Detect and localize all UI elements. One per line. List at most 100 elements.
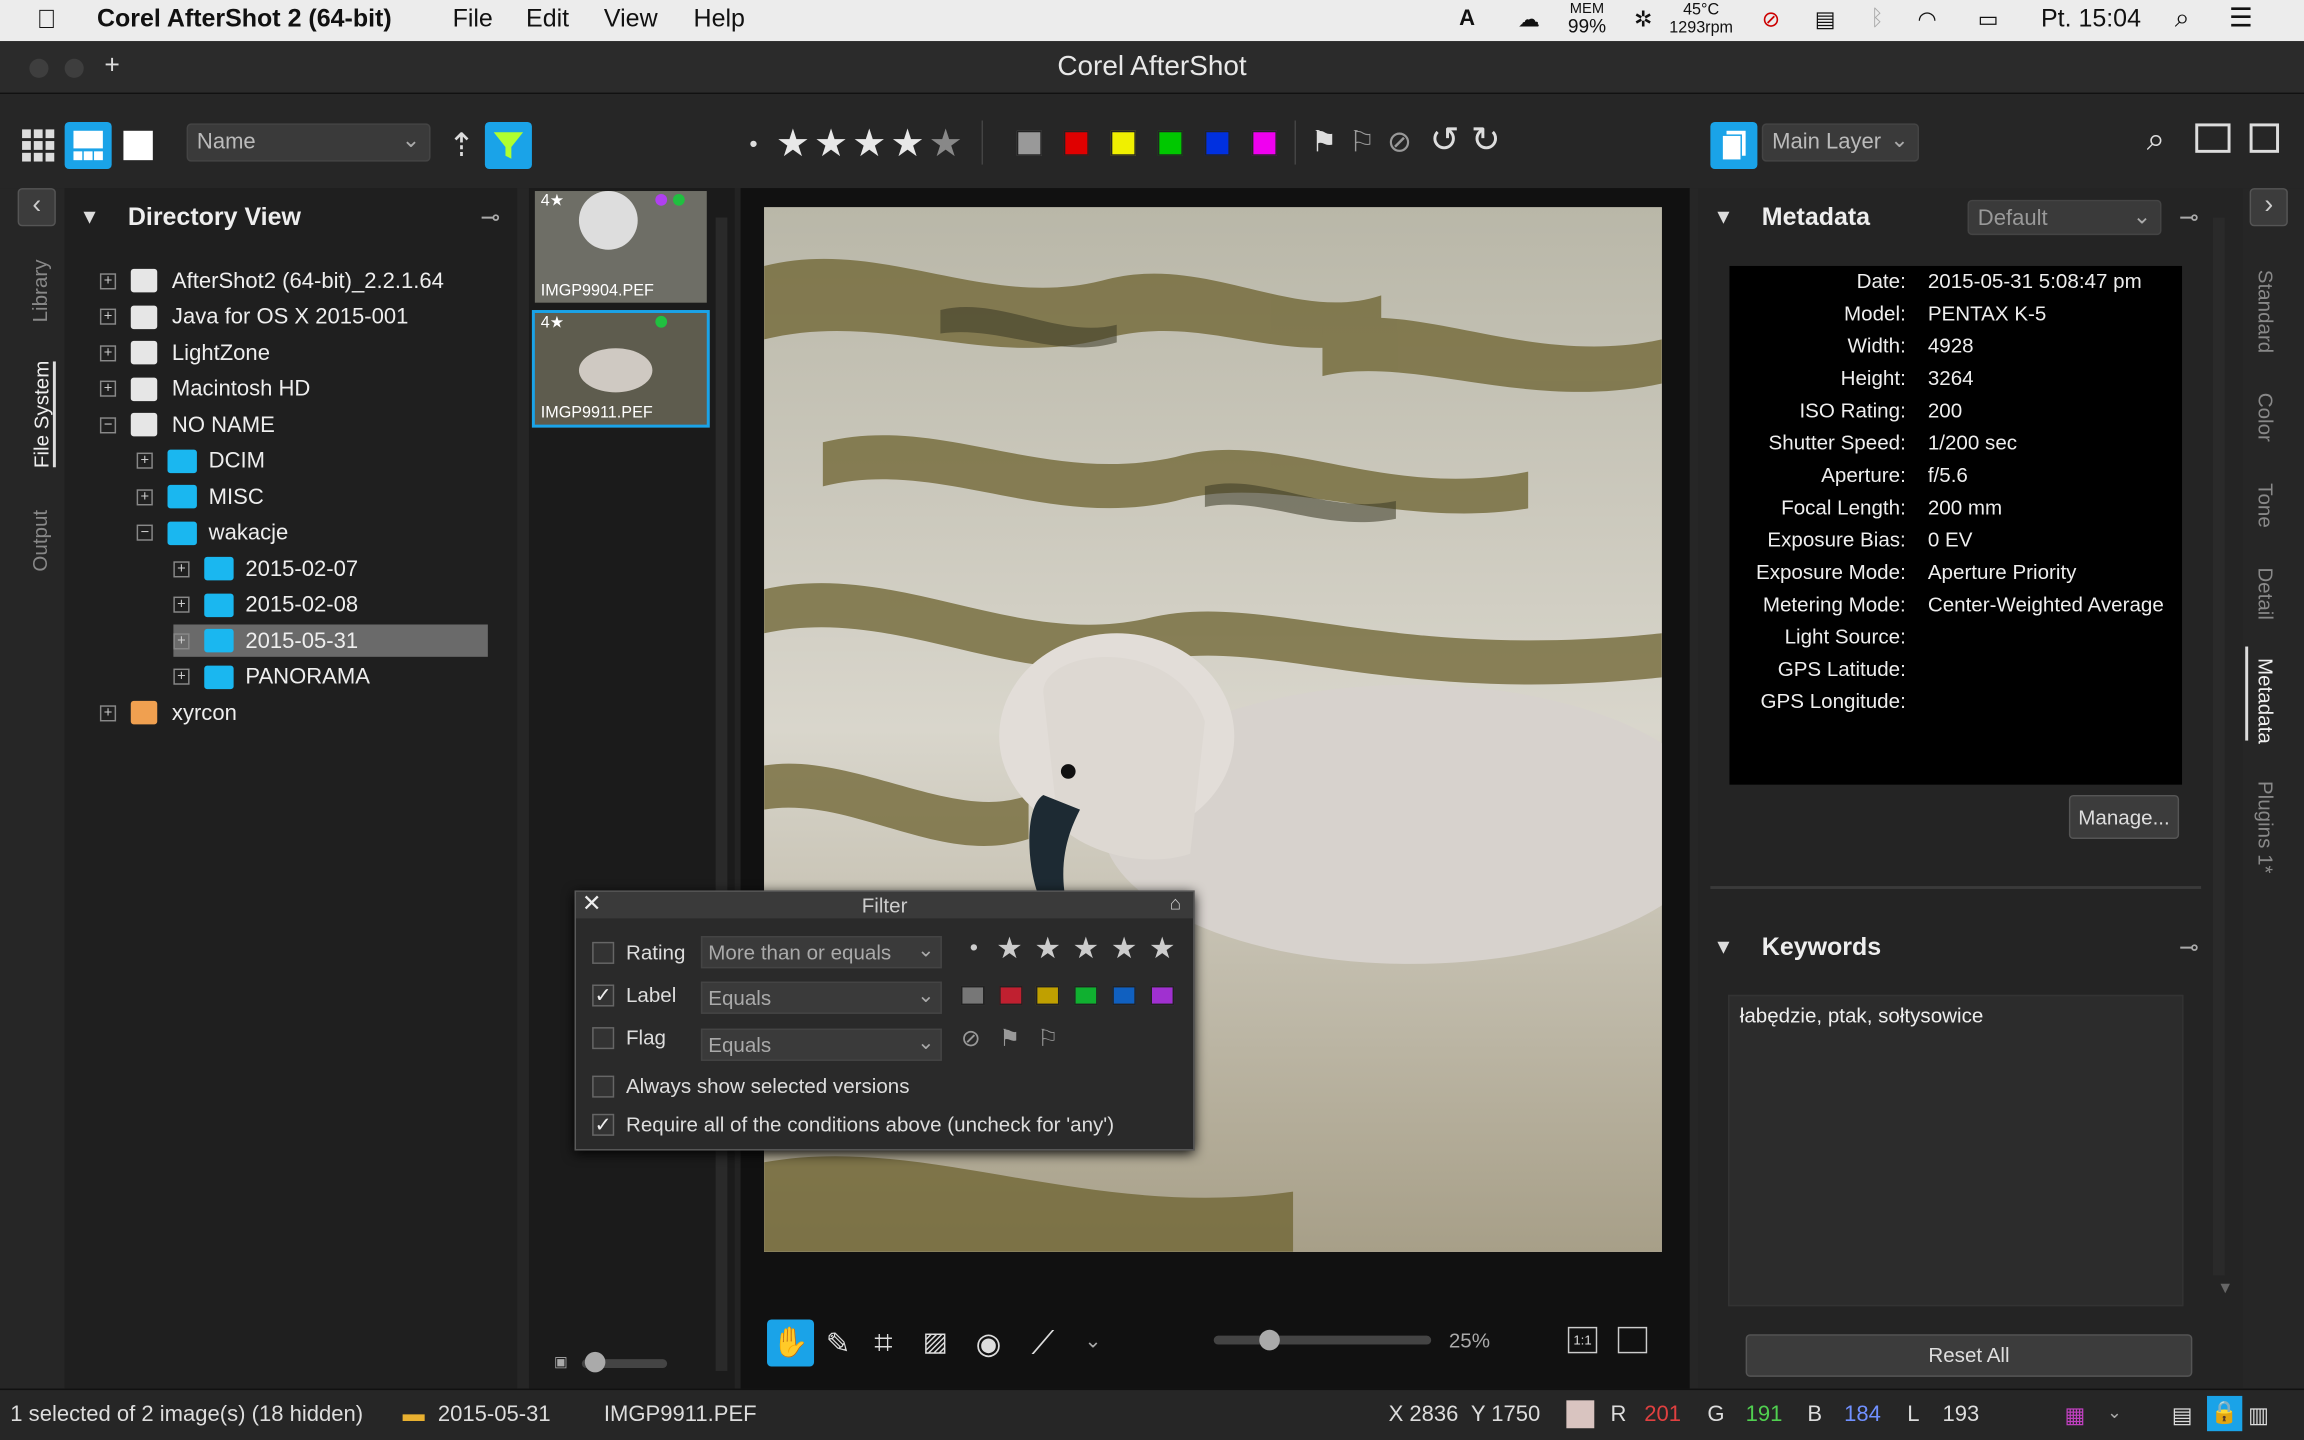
zoom-slider-handle[interactable] xyxy=(1259,1329,1280,1351)
pin-icon[interactable]: ⊸ xyxy=(2179,933,2199,962)
flag-reject-icon[interactable]: ⚐ xyxy=(1349,123,1375,160)
tree-item[interactable]: + Java for OS X 2015-001 xyxy=(99,300,408,332)
filter-star-4-icon[interactable]: ★ xyxy=(1111,930,1137,967)
expand-toggle-icon[interactable]: + xyxy=(99,380,117,397)
tab-color[interactable]: Color xyxy=(2254,381,2278,454)
tab-detail[interactable]: Detail xyxy=(2254,557,2278,630)
filter-star-5-icon[interactable]: ★ xyxy=(1149,930,1175,967)
expand-toggle-icon[interactable]: − xyxy=(99,416,117,433)
battery-icon[interactable]: ▭ xyxy=(1978,6,1999,32)
filter-blue-swatch[interactable] xyxy=(1112,985,1136,1006)
expand-toggle-icon[interactable]: + xyxy=(99,344,117,361)
tab-tone[interactable]: Tone xyxy=(2254,469,2278,542)
flag-checkbox[interactable] xyxy=(592,1027,615,1050)
star-3-icon[interactable]: ★ xyxy=(852,120,886,166)
bluetooth-icon[interactable]: ᛒ xyxy=(1871,6,1884,31)
scroll-down-icon[interactable]: ▼ xyxy=(2217,1280,2233,1298)
no-rating-dot[interactable]: • xyxy=(970,936,978,962)
collapse-triangle-icon[interactable]: ▼ xyxy=(1713,204,1733,228)
straighten-icon[interactable]: ▨ xyxy=(923,1327,948,1358)
pin-icon[interactable]: ⊸ xyxy=(2179,203,2199,232)
memory-icon[interactable]: ▤ xyxy=(1815,6,1836,32)
single-view-icon[interactable] xyxy=(115,122,162,169)
label-operator-select[interactable]: Equals ⌄ xyxy=(700,981,942,1014)
label-blue-swatch[interactable] xyxy=(1204,130,1230,156)
tree-item[interactable]: + DCIM xyxy=(136,444,265,476)
flag-pick-icon[interactable]: ⚑ xyxy=(999,1024,1020,1053)
sort-select[interactable]: Name ⌄ xyxy=(186,123,431,162)
dropdown-icon[interactable]: ⌄ xyxy=(2107,1402,2122,1423)
spotlight-icon[interactable]: ⌕ xyxy=(2175,3,2190,34)
expand-toggle-icon[interactable]: + xyxy=(99,308,117,325)
thumbnail[interactable]: 4★ IMGP9904.PEF xyxy=(534,191,707,303)
flag-operator-select[interactable]: Equals ⌄ xyxy=(700,1028,942,1061)
menu-view[interactable]: View xyxy=(604,4,658,33)
crop-icon[interactable]: ⌗ xyxy=(874,1324,892,1362)
thumbnail-size-handle[interactable] xyxy=(584,1351,606,1373)
label-checkbox[interactable]: ✓ xyxy=(592,984,615,1007)
flag-clear-icon[interactable]: ⊘ xyxy=(1387,123,1412,160)
reset-all-button[interactable]: Reset All xyxy=(1745,1334,2193,1377)
cloud-icon[interactable]: ☁ xyxy=(1518,6,1540,32)
rotate-left-icon[interactable]: ↺ xyxy=(1430,119,1460,162)
expand-toggle-icon[interactable]: + xyxy=(173,632,190,649)
label-magenta-swatch[interactable] xyxy=(1251,130,1277,156)
thumbnail-scrollbar[interactable] xyxy=(715,217,728,1371)
splitter[interactable] xyxy=(517,188,529,1389)
tree-item[interactable]: + PANORAMA xyxy=(173,660,370,692)
star-2-icon[interactable]: ★ xyxy=(814,120,848,166)
color-management-icon[interactable]: ▦ xyxy=(2064,1402,2085,1428)
splitter[interactable] xyxy=(1689,188,1699,1389)
rating-operator-select[interactable]: More than or equals ⌄ xyxy=(700,936,942,969)
filter-star-1-icon[interactable]: ★ xyxy=(996,930,1022,967)
tree-item[interactable]: − NO NAME xyxy=(99,408,275,440)
expand-toggle-icon[interactable]: + xyxy=(136,452,153,469)
rating-checkbox[interactable] xyxy=(592,941,615,964)
flag-pick-icon[interactable]: ⚑ xyxy=(1311,123,1337,160)
keywords-field[interactable]: łabędzie, ptak, sołtysowice xyxy=(1728,994,2184,1307)
star-1-icon[interactable]: ★ xyxy=(776,120,810,166)
collapse-triangle-icon[interactable]: ▼ xyxy=(79,204,99,228)
expand-toggle-icon[interactable]: + xyxy=(173,668,190,685)
require-all-checkbox[interactable]: ✓ xyxy=(592,1113,615,1136)
home-icon[interactable]: ⌂ xyxy=(1170,892,1182,914)
layout-icon[interactable]: ▤ xyxy=(2172,1402,2193,1428)
more-tools-icon[interactable]: ⌄ xyxy=(1084,1328,1101,1353)
tab-plugins-1-[interactable]: Plugins 1* xyxy=(2254,768,2278,886)
filter-green-swatch[interactable] xyxy=(1074,985,1098,1006)
collapse-left-icon[interactable]: ‹ xyxy=(17,188,56,227)
thumbnail-selected[interactable]: 4★ IMGP9911.PEF xyxy=(531,310,710,428)
sort-direction-icon[interactable]: ⇡ xyxy=(438,122,485,169)
collapse-triangle-icon[interactable]: ▼ xyxy=(1713,935,1733,959)
zoom-slider[interactable] xyxy=(1213,1335,1432,1345)
filter-gray-swatch[interactable] xyxy=(960,985,985,1006)
rotate-right-icon[interactable]: ↻ xyxy=(1471,119,1501,162)
disk-icon[interactable]: ⊘ xyxy=(1762,6,1780,32)
expand-toggle-icon[interactable]: − xyxy=(136,524,153,541)
zoom-fit-icon[interactable] xyxy=(1617,1326,1648,1354)
expand-toggle-icon[interactable]: + xyxy=(173,560,190,577)
label-green-swatch[interactable] xyxy=(1157,130,1183,156)
right-panel-scrollbar[interactable] xyxy=(2212,217,2225,1276)
flag-reject-icon[interactable]: ⚐ xyxy=(1037,1024,1058,1053)
pin-icon[interactable]: ⊸ xyxy=(480,203,500,232)
eyedropper-icon[interactable]: ✎ xyxy=(826,1325,851,1362)
label-red-swatch[interactable] xyxy=(1063,130,1089,156)
label-gray-swatch[interactable] xyxy=(1016,130,1042,156)
filter-yellow-swatch[interactable] xyxy=(1035,985,1060,1006)
compare-icon[interactable]: ▥ xyxy=(2248,1402,2269,1428)
expand-toggle-icon[interactable]: + xyxy=(173,596,190,613)
clock[interactable]: Pt. 15:04 xyxy=(2041,4,2141,33)
slideshow-icon[interactable] xyxy=(2195,123,2231,153)
tab-output[interactable]: Output xyxy=(28,475,52,607)
search-icon[interactable]: ⌕ xyxy=(2147,120,2165,158)
menu-help[interactable]: Help xyxy=(694,4,745,33)
tree-item[interactable]: +2015-05-31 xyxy=(173,624,488,657)
brush-icon[interactable]: ⟋ xyxy=(1032,1324,1055,1362)
layers-icon[interactable] xyxy=(1710,121,1758,169)
filter-magenta-swatch[interactable] xyxy=(1150,985,1175,1006)
tab-standard[interactable]: Standard xyxy=(2254,267,2278,355)
tab-metadata[interactable]: Metadata xyxy=(2254,642,2278,760)
tree-item[interactable]: + xyrcon xyxy=(99,696,237,728)
redeye-icon[interactable]: ◉ xyxy=(976,1325,1002,1362)
